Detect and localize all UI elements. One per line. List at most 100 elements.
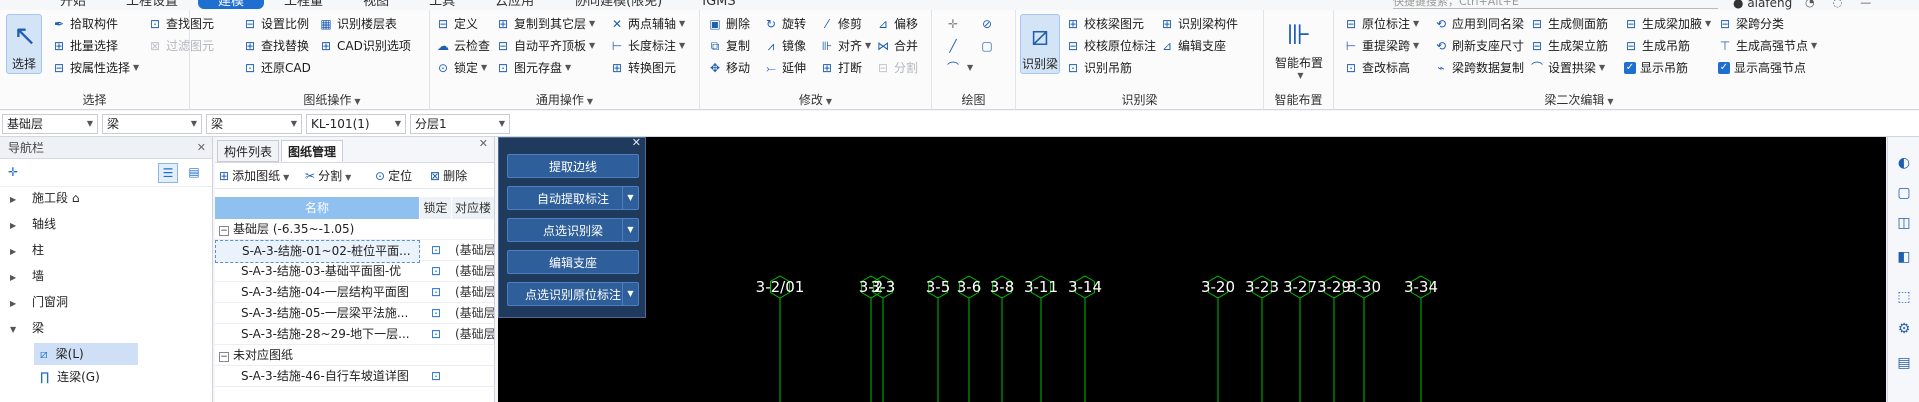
in-situ-annotation-button[interactable]: ⊟ 原位标注 ▼ [1344, 14, 1419, 34]
help-icon[interactable]: ◔ [1805, 0, 1815, 9]
component-subtype-select[interactable]: 梁 ▼ [206, 114, 302, 134]
nav-sub-item-0[interactable]: ⧄ 梁(L) [34, 343, 138, 365]
delete-button[interactable]: ▣ 删除 [708, 14, 750, 34]
split-drawing-button[interactable]: ✂ 分割 ▼ [305, 166, 351, 186]
apply-same-name-beam-button[interactable]: ⟲ 应用到同名梁 [1434, 14, 1524, 34]
tab-5[interactable]: 工具 [409, 0, 475, 9]
table-row[interactable]: S-A-3-结施-28~29-地下一层... ⊡ (基础层 [215, 324, 494, 345]
table-row[interactable]: S-A-3-结施-01~02-桩位平面... ⊡ (基础层 [215, 240, 494, 263]
table-row[interactable]: S-A-3-结施-05-一层梁平法施... ⊡ (基础层 [215, 303, 494, 324]
span-classify-button[interactable]: ⊟ 梁跨分类 [1718, 14, 1784, 34]
identify-beam-component-button[interactable]: ⊞ 识别梁构件 [1160, 14, 1238, 34]
float-button-1[interactable]: 自动提取标注 ▼ [507, 186, 639, 210]
collapse-icon[interactable]: − [219, 226, 229, 236]
copy-span-data-button[interactable]: ⌁ 梁跨数据复制 [1434, 58, 1524, 78]
expand-right-icon[interactable]: ▶ [10, 267, 22, 289]
delete-drawing-button[interactable]: ⊠ 删除 [430, 166, 467, 186]
expand-right-icon[interactable]: ▶ [10, 293, 22, 315]
add-drawing-button[interactable]: ⊞ 添加图纸 ▼ [219, 166, 289, 186]
two-point-axis-button[interactable]: ✕ 两点辅轴 ▼ [610, 14, 685, 34]
show-high-strength-node-checkbox[interactable]: ✓ 显示高强节点 [1718, 58, 1806, 78]
point-draw-button[interactable]: ✛ [946, 14, 964, 34]
close-icon[interactable]: ✕ [632, 136, 641, 149]
cad-identify-options-button[interactable]: ⊞ CAD识别选项 [319, 36, 411, 56]
close-icon[interactable]: ✕ [479, 137, 488, 150]
smart-layout-button[interactable]: ⊪ 智能布置 ▼ [1266, 14, 1332, 80]
tab-drawing-management[interactable]: 图纸管理 [281, 140, 344, 162]
select-button[interactable]: ↖ 选择 [6, 14, 42, 74]
lock-icon[interactable]: ⊡ [420, 282, 452, 303]
component-type-select[interactable]: 梁 ▼ [102, 114, 202, 134]
cad-canvas[interactable]: 3-2/01 3-2 3-3 3-5 3-6 3-8 3-11 3-14 3-20 3-23 3-2… [498, 137, 1886, 402]
re-extract-span-button[interactable]: ⊢ 重提梁跨 ▼ [1344, 36, 1419, 56]
set-scale-button[interactable]: ⊟ 设置比例 [243, 14, 309, 34]
element-save-button[interactable]: ⊡ 图元存盘 ▼ [496, 58, 571, 78]
tab-3[interactable]: 工程量 [264, 0, 343, 9]
select-by-property-button[interactable]: ⊟ 按属性选择 ▼ [52, 58, 139, 78]
generate-high-strength-node-button[interactable]: ⊤ 生成高强节点 ▼ [1718, 36, 1817, 56]
trim-button[interactable]: ⁄ 修剪 [820, 14, 862, 34]
expand-right-icon[interactable]: ▶ [10, 241, 22, 263]
message-icon[interactable]: ◌ [1833, 0, 1843, 9]
generate-erection-bar-button[interactable]: ⊟ 生成架立筋 [1530, 36, 1608, 56]
mirror-button[interactable]: ⩘ 镜像 [764, 36, 806, 56]
identify-floor-table-button[interactable]: ▦ 识别楼层表 [319, 14, 397, 34]
float-button-4[interactable]: 点选识别原位标注 ▼ [507, 282, 639, 306]
identify-beam-button[interactable]: ⧄ 识别梁 [1020, 14, 1060, 74]
col-header-floor[interactable]: 对应楼 [452, 197, 494, 219]
expand-right-icon[interactable]: ▶ [10, 215, 22, 237]
view-3d-icon[interactable]: ▢ [1894, 183, 1914, 203]
generate-hanger-bar-button[interactable]: ⊟ 生成吊筋 [1624, 36, 1690, 56]
rect-draw-button[interactable]: ▢ [980, 36, 998, 56]
batch-select-button[interactable]: ⊞ 批量选择 [52, 36, 118, 56]
lock-icon[interactable]: ⊡ [420, 366, 452, 387]
float-button-0[interactable]: 提取边线 [507, 154, 639, 178]
nav-item-4[interactable]: ▶ 门窗洞 [0, 291, 200, 313]
copy-to-other-floor-button[interactable]: ⊞ 复制到其它层 ▼ [496, 14, 595, 34]
tab-7[interactable]: 协同建模(限免) [554, 0, 682, 9]
floor-select[interactable]: 基础层 ▼ [2, 114, 98, 134]
component-name-select[interactable]: KL-101(1) ▼ [306, 114, 406, 134]
pick-component-button[interactable]: ✒ 拾取构件 [52, 14, 118, 34]
restore-cad-button[interactable]: ⊡ 还原CAD [243, 58, 311, 78]
check-elevation-button[interactable]: ⊡ 查改标高 [1344, 58, 1410, 78]
report-icon[interactable]: ▤ [1894, 353, 1914, 373]
check-beam-element-button[interactable]: ⊞ 校核梁图元 [1066, 14, 1144, 34]
identify-hanger-bar-button[interactable]: ⊡ 识别吊筋 [1066, 58, 1132, 78]
rotate-point-button[interactable]: ⊘ [980, 14, 998, 34]
view-solid-icon[interactable]: ◧ [1894, 247, 1914, 267]
copy-button[interactable]: ⧉ 复制 [708, 36, 750, 56]
table-row[interactable]: S-A-3-结施-03-基础平面图-优 ⊡ (基础层 [215, 261, 494, 282]
filter-element-button[interactable]: ⊠ 过滤图元 [148, 36, 214, 56]
generate-haunch-button[interactable]: ⊟ 生成梁加腋 ▼ [1624, 14, 1711, 34]
align-button[interactable]: ⊪ 对齐 ▼ [820, 36, 871, 56]
user-name[interactable]: ● alafeng [1733, 0, 1792, 10]
float-button-3[interactable]: 编辑支座 [507, 250, 639, 274]
auto-align-top-button[interactable]: ⊟ 自动平齐顶板 ▼ [496, 36, 595, 56]
define-button[interactable]: ⊟ 定义 [436, 14, 478, 34]
nav-item-5[interactable]: ▼ 梁 [0, 317, 200, 339]
tab-4[interactable]: 视图 [343, 0, 409, 9]
length-dimension-button[interactable]: ⊢ 长度标注 ▼ [610, 36, 685, 56]
break-button[interactable]: ⊞ 打断 [820, 58, 862, 78]
nav-sub-item-1[interactable]: ∏ 连梁(G) [34, 366, 138, 388]
close-icon[interactable]: ✕ [197, 137, 206, 159]
chevron-down-icon[interactable]: ▼ [622, 283, 638, 305]
lock-icon[interactable]: ⊡ [420, 324, 452, 345]
tab-0[interactable]: 开始 [40, 0, 106, 9]
lock-icon[interactable]: ⊡ [420, 240, 452, 261]
view-cube-icon[interactable]: ◫ [1894, 213, 1914, 233]
locate-button[interactable]: ⊙ 定位 [375, 166, 412, 186]
refresh-support-size-button[interactable]: ⟲ 刷新支座尺寸 [1434, 36, 1524, 56]
tab-2[interactable]: 建模 [198, 0, 265, 9]
settings-icon[interactable]: ⚙ [1894, 319, 1914, 339]
col-header-name[interactable]: 名称 [215, 197, 420, 219]
cloud-check-button[interactable]: ☁ 云检查 [436, 36, 490, 56]
lock-icon[interactable]: ⊡ [420, 303, 452, 324]
layer-select[interactable]: 分层1 ▼ [410, 114, 510, 134]
rotate-button[interactable]: ↻ 旋转 [764, 14, 806, 34]
fit-view-icon[interactable]: ⬚ [1894, 287, 1914, 307]
tab-component-list[interactable]: 构件列表 [217, 140, 280, 162]
minimize-icon[interactable]: — [1860, 0, 1871, 9]
group-row[interactable]: − 未对应图纸 [215, 345, 494, 366]
